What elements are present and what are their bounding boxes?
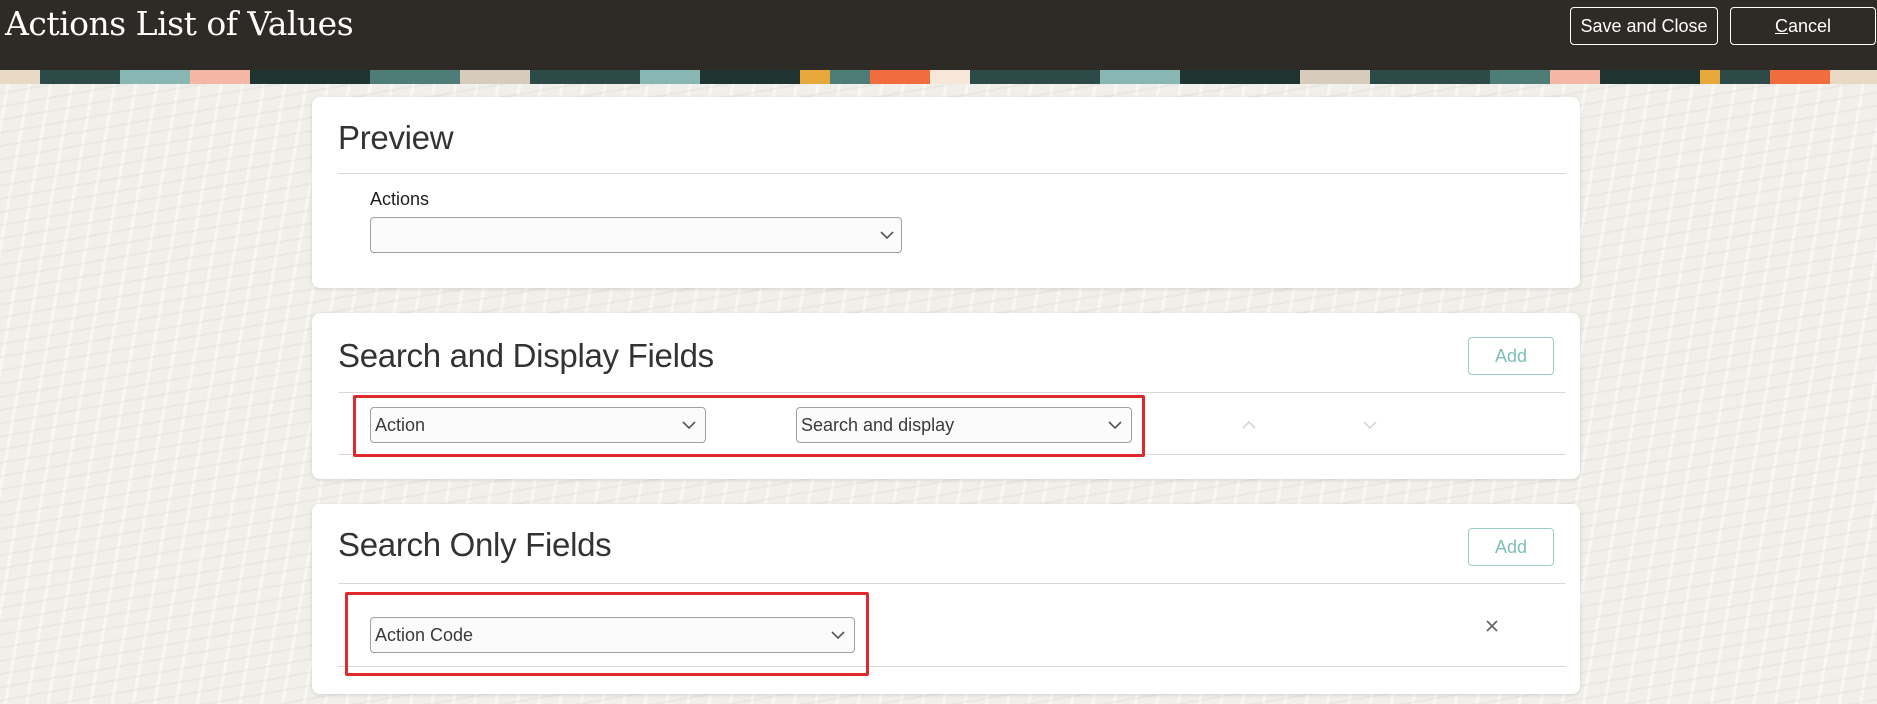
- banner-segment: [250, 70, 370, 84]
- search-display-add-button[interactable]: Add: [1468, 337, 1554, 375]
- banner-segment: [1100, 70, 1180, 84]
- banner-segment: [1180, 70, 1300, 84]
- search-only-row-highlight: [345, 592, 869, 676]
- banner-segment: [700, 70, 800, 84]
- page-header: Actions List of Values Save and Close Ca…: [0, 0, 1877, 70]
- cancel-button[interactable]: Cancel: [1730, 7, 1876, 45]
- banner-segment: [1720, 70, 1770, 84]
- banner-segment: [870, 70, 930, 84]
- banner-segment: [190, 70, 250, 84]
- banner-segment: [1700, 70, 1720, 84]
- banner-segment: [1770, 70, 1830, 84]
- cancel-accelerator: C: [1774, 15, 1788, 36]
- actions-select[interactable]: [370, 217, 902, 253]
- remove-close-icon[interactable]: [1484, 618, 1500, 634]
- banner-segment: [1830, 70, 1877, 84]
- banner-segment: [1300, 70, 1370, 84]
- banner-segment: [1490, 70, 1550, 84]
- banner-segment: [0, 70, 40, 84]
- move-up-chevron-up-icon[interactable]: [1241, 418, 1257, 432]
- search-only-divider: [338, 583, 1566, 584]
- banner-segment: [800, 70, 830, 84]
- search-display-row-highlight: [353, 395, 1145, 457]
- banner-segment: [830, 70, 870, 84]
- cancel-label: ancel: [1787, 15, 1832, 36]
- chevron-down-icon: [880, 231, 894, 240]
- banner-segment: [40, 70, 120, 84]
- search-display-divider: [338, 392, 1566, 393]
- banner-segment: [1550, 70, 1600, 84]
- preview-title: Preview: [338, 119, 454, 156]
- banner-segment: [530, 70, 640, 84]
- move-down-chevron-down-icon[interactable]: [1362, 418, 1378, 432]
- search-display-title: Search and Display Fields: [338, 337, 714, 374]
- banner-segment: [640, 70, 700, 84]
- page-title: Actions List of Values: [5, 4, 354, 43]
- search-only-add-button[interactable]: Add: [1468, 528, 1554, 566]
- preview-divider: [338, 173, 1566, 174]
- preview-card: Preview Actions: [312, 97, 1580, 288]
- banner-segment: [1600, 70, 1700, 84]
- save-and-close-button[interactable]: Save and Close: [1570, 7, 1718, 45]
- banner-segment: [370, 70, 460, 84]
- banner-segment: [460, 70, 530, 84]
- banner-segment: [930, 70, 970, 84]
- actions-field-label: Actions: [370, 189, 430, 209]
- search-only-title: Search Only Fields: [338, 526, 612, 563]
- banner-segment: [970, 70, 1100, 84]
- decorative-banner: [0, 70, 1877, 84]
- banner-segment: [1370, 70, 1490, 84]
- banner-segment: [120, 70, 190, 84]
